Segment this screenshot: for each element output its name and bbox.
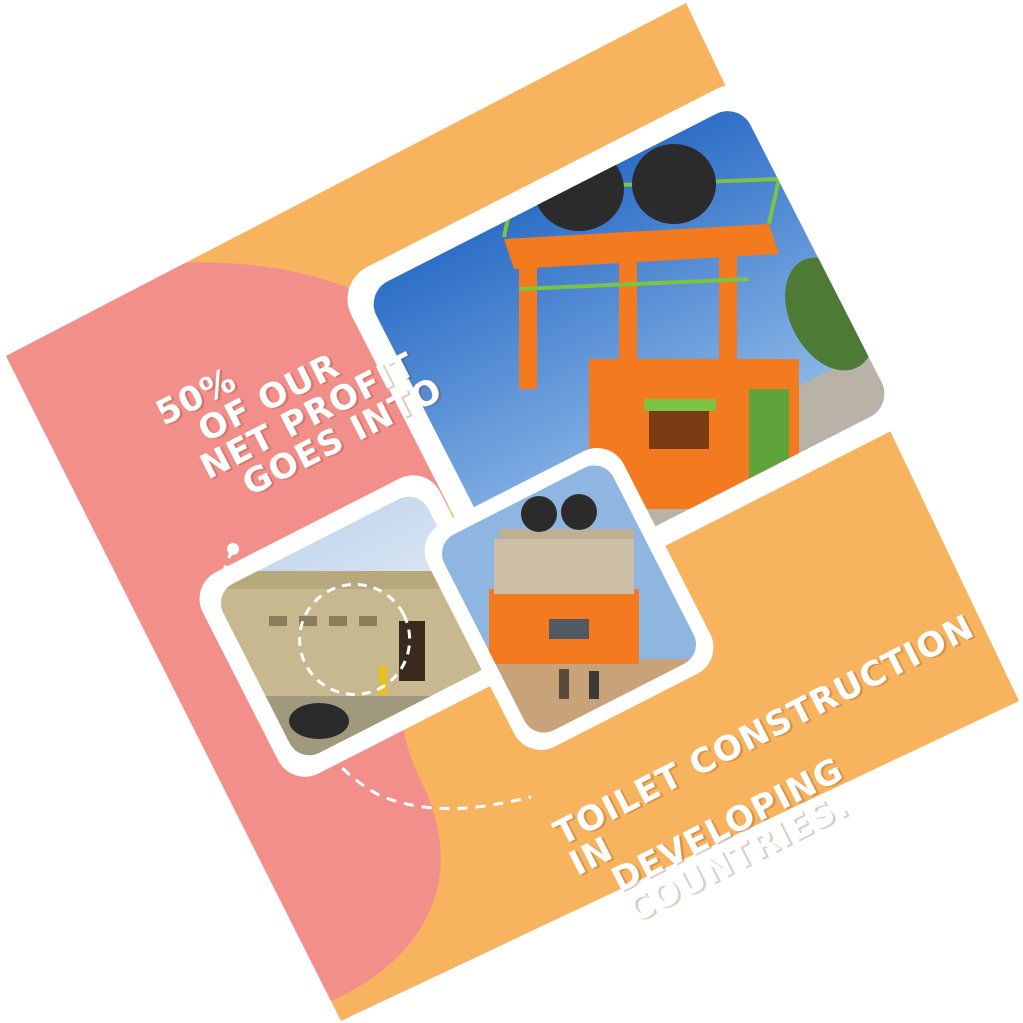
promo-graphic <box>6 3 1019 1021</box>
promo-card: 50% OF OUR NET PROFIT GOES INTO TOILET C… <box>1 1 1022 1022</box>
connector-dot <box>227 543 239 555</box>
